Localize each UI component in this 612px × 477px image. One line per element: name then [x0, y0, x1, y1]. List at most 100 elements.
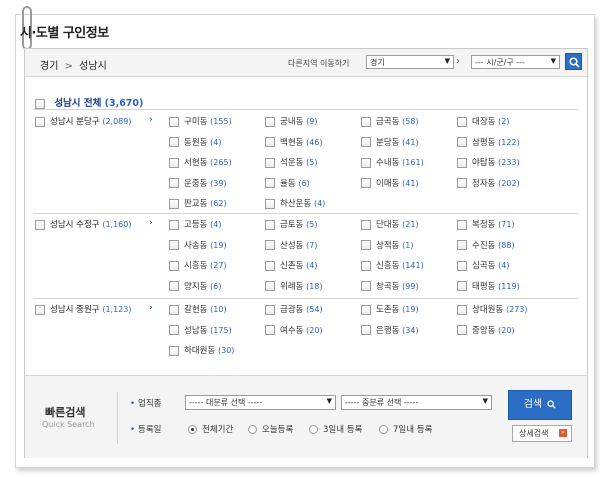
dong-checkbox[interactable] — [169, 157, 179, 168]
dong-checkbox[interactable] — [265, 325, 275, 335]
dong-item[interactable]: 태평동 (119) — [457, 280, 520, 292]
dong-checkbox[interactable] — [265, 198, 275, 209]
dong-checkbox[interactable] — [169, 240, 179, 250]
dong-item[interactable]: 야탑동 (233) — [457, 156, 520, 168]
dong-item[interactable]: 석운동 (5) — [265, 156, 318, 168]
dong-checkbox[interactable] — [265, 157, 275, 168]
detail-search-button[interactable]: 상세검색 » — [512, 425, 572, 442]
dong-item[interactable]: 도촌동 (19) — [361, 303, 419, 315]
dong-item[interactable]: 금광동 (54) — [265, 303, 323, 315]
dong-checkbox[interactable] — [265, 116, 275, 127]
dong-item[interactable]: 단대동 (21) — [361, 218, 419, 230]
dong-item[interactable]: 하산운동 (4) — [265, 197, 325, 209]
chevron-right-icon[interactable]: › — [149, 115, 153, 125]
dong-item[interactable]: 산성동 (7) — [265, 239, 318, 251]
dong-checkbox[interactable] — [457, 325, 467, 335]
chevron-right-icon[interactable]: › — [149, 218, 153, 228]
dong-item[interactable]: 중앙동 (20) — [457, 324, 515, 336]
dong-checkbox[interactable] — [169, 116, 179, 127]
dong-checkbox[interactable] — [169, 137, 179, 147]
dong-checkbox[interactable] — [361, 304, 371, 315]
dong-item[interactable]: 갈현동 (10) — [169, 303, 227, 315]
dong-item[interactable]: 성남동 (175) — [169, 324, 232, 336]
breadcrumb-region[interactable]: 경기 — [40, 61, 58, 72]
dong-checkbox[interactable] — [457, 219, 467, 230]
radio-button[interactable] — [248, 425, 257, 434]
radio-button[interactable] — [379, 425, 388, 434]
dong-checkbox[interactable] — [457, 157, 467, 168]
dong-checkbox[interactable] — [265, 240, 275, 250]
province-select[interactable]: 경기 ▼ — [366, 55, 454, 69]
dong-item[interactable]: 심곡동 (4) — [457, 259, 510, 271]
dong-item[interactable]: 위례동 (18) — [265, 280, 323, 292]
dong-checkbox[interactable] — [361, 137, 371, 147]
dong-item[interactable]: 금토동 (5) — [265, 218, 318, 230]
dong-item[interactable]: 분당동 (41) — [361, 136, 419, 148]
dong-checkbox[interactable] — [361, 178, 371, 188]
dong-item[interactable]: 삼평동 (122) — [457, 136, 520, 148]
dong-checkbox[interactable] — [265, 260, 275, 271]
dong-item[interactable]: 상적동 (1) — [361, 239, 414, 251]
dong-checkbox[interactable] — [457, 116, 467, 127]
dong-item[interactable]: 은행동 (34) — [361, 324, 419, 336]
dong-item[interactable]: 상대원동 (273) — [457, 303, 528, 315]
dong-item[interactable]: 복정동 (71) — [457, 218, 515, 230]
dong-item[interactable]: 수내동 (161) — [361, 156, 424, 168]
dong-checkbox[interactable] — [457, 240, 467, 250]
dong-item[interactable]: 시흥동 (27) — [169, 259, 227, 271]
radio-3days[interactable]: 3일내 등록 — [309, 423, 362, 435]
dong-checkbox[interactable] — [457, 260, 467, 271]
dong-checkbox[interactable] — [457, 137, 467, 147]
radio-button[interactable] — [188, 425, 197, 434]
district-checkbox[interactable] — [35, 304, 45, 315]
dong-checkbox[interactable] — [457, 281, 467, 291]
dong-checkbox[interactable] — [169, 198, 179, 209]
radio-7days[interactable]: 7일내 등록 — [379, 423, 432, 435]
region-search-button[interactable] — [565, 53, 582, 70]
city-select[interactable]: --- 시/군/구 --- ▼ — [471, 55, 560, 69]
dong-checkbox[interactable] — [361, 116, 371, 127]
all-city-checkbox[interactable] — [35, 98, 45, 109]
major-category-select[interactable]: ----- 대분류 선택 ----- ▼ — [185, 395, 336, 410]
radio-today[interactable]: 오늘등록 — [248, 423, 293, 435]
dong-item[interactable]: 금곡동 (58) — [361, 115, 419, 127]
district-row[interactable]: 성남시 수정구 (1,160) — [35, 218, 131, 230]
dong-checkbox[interactable] — [265, 219, 275, 230]
search-button[interactable]: 검색 — [508, 390, 572, 420]
dong-checkbox[interactable] — [457, 304, 467, 315]
dong-item[interactable]: 수진동 (88) — [457, 239, 515, 251]
dong-checkbox[interactable] — [361, 219, 371, 230]
dong-checkbox[interactable] — [361, 325, 371, 335]
district-checkbox[interactable] — [35, 116, 45, 127]
dong-checkbox[interactable] — [265, 281, 275, 291]
dong-item[interactable]: 율동 (6) — [265, 177, 310, 189]
dong-checkbox[interactable] — [169, 178, 179, 188]
dong-item[interactable]: 판교동 (62) — [169, 197, 227, 209]
minor-category-select[interactable]: ----- 중분류 선택 ----- ▼ — [341, 395, 492, 410]
dong-item[interactable]: 정자동 (202) — [457, 177, 520, 189]
dong-checkbox[interactable] — [169, 281, 179, 291]
dong-checkbox[interactable] — [169, 325, 179, 335]
dong-checkbox[interactable] — [265, 178, 275, 188]
dong-checkbox[interactable] — [361, 260, 371, 271]
district-row[interactable]: 성남시 중원구 (1,123) — [35, 303, 131, 315]
dong-item[interactable]: 대장동 (2) — [457, 115, 510, 127]
radio-button[interactable] — [309, 425, 318, 434]
dong-checkbox[interactable] — [169, 304, 179, 315]
district-checkbox[interactable] — [35, 219, 45, 230]
dong-checkbox[interactable] — [361, 157, 371, 168]
dong-checkbox[interactable] — [457, 178, 467, 188]
radio-all-period[interactable]: 전체기간 — [188, 423, 233, 435]
dong-item[interactable]: 사송동 (19) — [169, 239, 227, 251]
dong-checkbox[interactable] — [169, 345, 179, 356]
dong-item[interactable]: 신흥동 (141) — [361, 259, 424, 271]
dong-item[interactable]: 신촌동 (4) — [265, 259, 318, 271]
dong-item[interactable]: 동원동 (4) — [169, 136, 222, 148]
district-row[interactable]: 성남시 분당구 (2,089) — [35, 115, 131, 127]
dong-item[interactable]: 고등동 (4) — [169, 218, 222, 230]
dong-item[interactable]: 하대원동 (30) — [169, 344, 234, 356]
dong-item[interactable]: 서현동 (265) — [169, 156, 232, 168]
dong-checkbox[interactable] — [265, 137, 275, 147]
dong-item[interactable]: 양지동 (6) — [169, 280, 222, 292]
dong-item[interactable]: 구미동 (155) — [169, 115, 232, 127]
